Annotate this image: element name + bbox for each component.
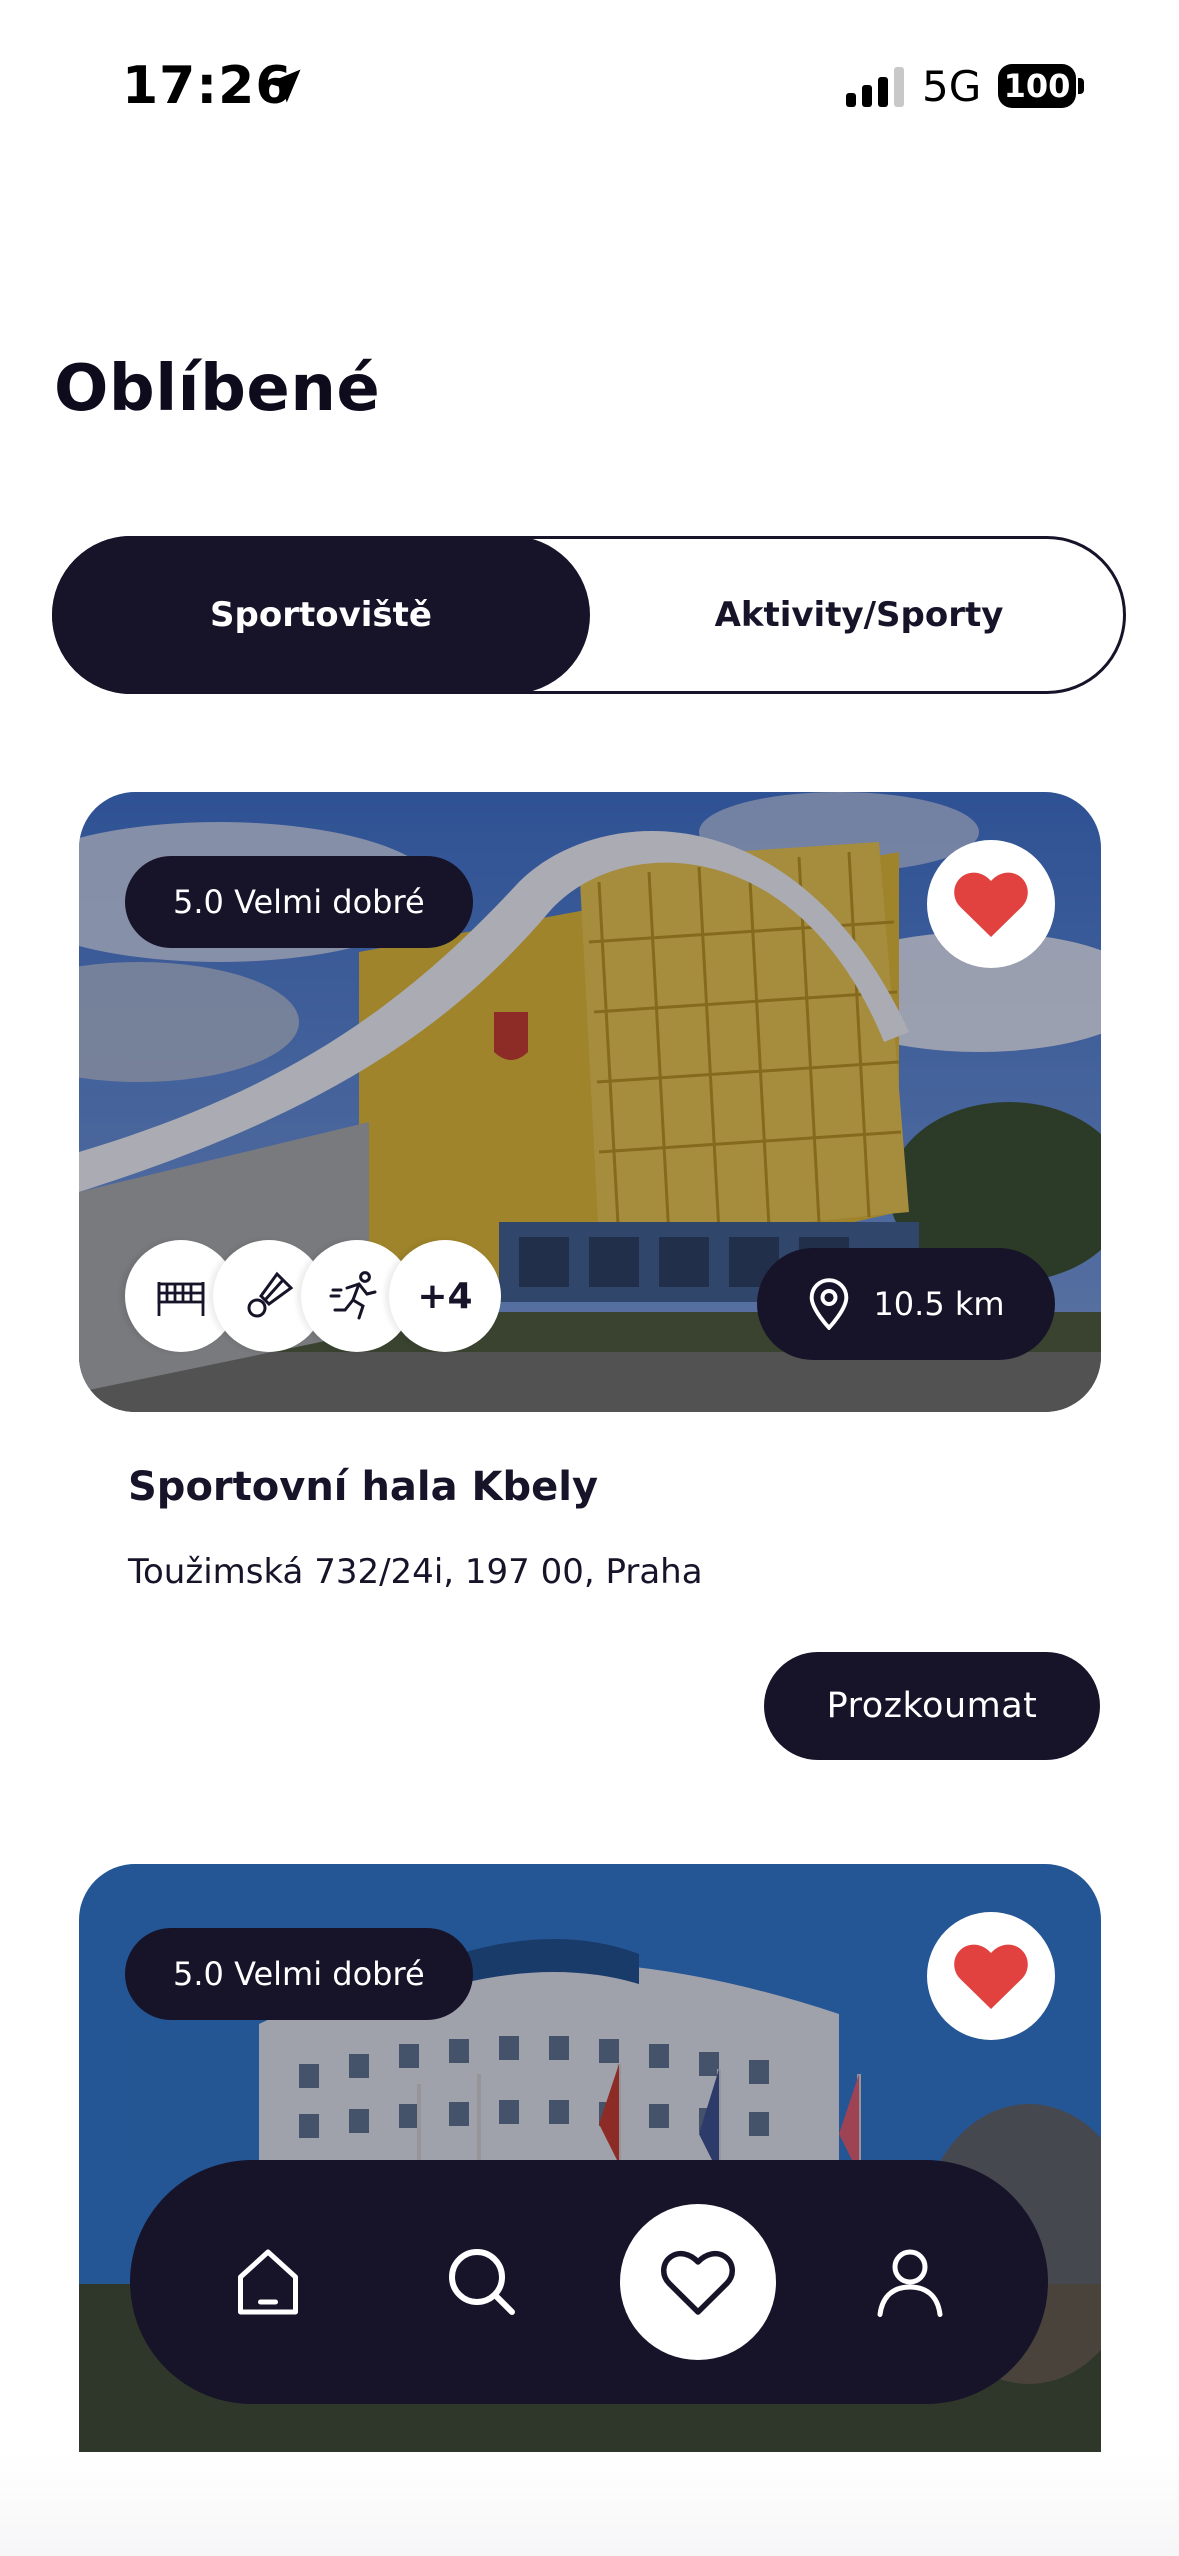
more-sports-count: +4: [389, 1240, 501, 1352]
heart-filled-icon: [954, 872, 1028, 937]
sport-icons: +4: [125, 1240, 501, 1352]
venue-address: Toužimská 732/24i, 197 00, Praha: [128, 1552, 703, 1592]
tab-aktivity-sporty[interactable]: Aktivity/Sporty: [590, 536, 1128, 694]
nav-search[interactable]: [410, 2210, 554, 2354]
battery-icon: 100: [998, 64, 1076, 108]
distance-badge: 10.5 km: [757, 1248, 1055, 1360]
rating-badge-2: 5.0 Velmi dobré: [125, 1928, 473, 2020]
bottom-navigation: [130, 2160, 1048, 2404]
status-bar: 17:26 5G 100: [0, 0, 1179, 170]
venue-name[interactable]: Sportovní hala Kbely: [128, 1464, 598, 1510]
nav-profile[interactable]: [838, 2210, 982, 2354]
signal-icon: [846, 67, 904, 107]
user-icon: [877, 2249, 943, 2317]
distance-label: 10.5 km: [873, 1285, 1005, 1323]
venue-card-image[interactable]: 5.0 Velmi dobré +4 10.5 km: [79, 792, 1101, 1412]
rating-badge: 5.0 Velmi dobré: [125, 856, 473, 948]
location-pin-icon: [810, 1278, 849, 1330]
bottom-fade: [0, 2452, 1179, 2556]
explore-button[interactable]: Prozkoumat: [764, 1652, 1100, 1760]
running-icon: [329, 1271, 377, 1320]
network-label: 5G: [922, 62, 982, 111]
battery-tip: [1078, 78, 1084, 94]
favorite-button[interactable]: [927, 840, 1055, 968]
volleyball-net-icon: [157, 1282, 205, 1316]
tab-sportoviste[interactable]: Sportoviště: [52, 536, 590, 694]
nav-home[interactable]: [196, 2210, 340, 2354]
heart-icon: [661, 2250, 735, 2315]
home-icon: [238, 2249, 298, 2315]
badminton-shuttlecock-icon: [247, 1271, 294, 1318]
page-title: Oblíbené: [54, 352, 381, 426]
nav-favorites[interactable]: [620, 2204, 776, 2360]
search-icon: [449, 2249, 515, 2315]
more-sports-label: +4: [417, 1275, 473, 1317]
tab-switcher: Sportoviště Aktivity/Sporty: [52, 536, 1126, 694]
favorite-button-2[interactable]: [927, 1912, 1055, 2040]
location-arrow-icon: [267, 69, 301, 103]
heart-filled-icon: [954, 1944, 1028, 2009]
